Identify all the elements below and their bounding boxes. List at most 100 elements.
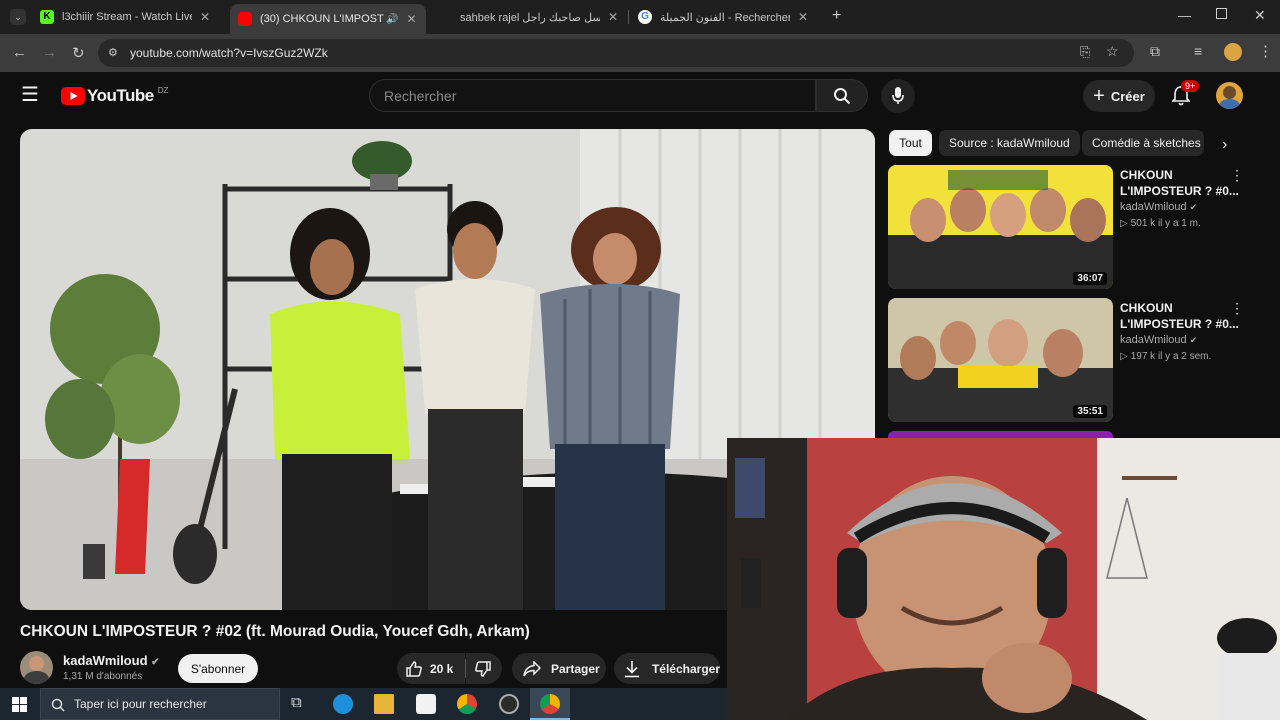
webcam-frame [727, 438, 1280, 720]
close-icon[interactable]: ✕ [798, 10, 808, 24]
tab-kick[interactable]: K l3chiiir Stream - Watch Live on Kick ✕ [32, 6, 228, 28]
more-options-icon[interactable]: ⋮ [1230, 300, 1244, 317]
microphone-icon [892, 87, 904, 104]
browser-menu-icon[interactable]: ⋮ [1258, 42, 1273, 60]
audio-icon[interactable]: 🔊 [386, 14, 398, 25]
new-tab-button[interactable]: + [832, 7, 841, 25]
tab-sahbek[interactable]: sahbek rajel مسلسل صاحبك راجل ✕ [430, 6, 626, 28]
file-explorer-icon[interactable] [374, 694, 394, 714]
video-title[interactable]: CHKOUN L'IMPOSTEUR ? #0... [1120, 167, 1240, 199]
url-text: youtube.com/watch?v=IvszGuz2WZk [130, 46, 328, 60]
task-view-icon[interactable]: ⧉ [291, 694, 311, 714]
share-icon [523, 660, 541, 676]
tab-label: sahbek rajel مسلسل صاحبك راجل [460, 11, 600, 24]
chip-comedy[interactable]: Comédie à sketches [1082, 130, 1204, 156]
taskbar-search-input[interactable]: Taper ici pour rechercher [40, 688, 280, 720]
subscribe-button[interactable]: S'abonner [178, 654, 258, 683]
channel-name: kadaWmiloud [1120, 334, 1187, 346]
video-thumbnail[interactable]: 35:51 [888, 298, 1113, 422]
search-icon [51, 698, 65, 712]
bookmark-star-icon[interactable]: ☆ [1106, 43, 1119, 60]
extensions-icon[interactable]: ⧉ [1150, 43, 1160, 60]
dislike-button[interactable] [466, 653, 502, 684]
share-label: Partager [551, 661, 600, 676]
tab-google[interactable]: G الفنون الجميلة - Rechercher Google ✕ [630, 6, 826, 28]
edge-icon[interactable] [333, 694, 353, 714]
verified-icon: ✔ [1189, 335, 1198, 345]
chip-all[interactable]: Tout [889, 130, 932, 156]
omnibox[interactable]: ⚙ youtube.com/watch?v=IvszGuz2WZk ⎘ ☆ [98, 39, 1134, 67]
chrome-icon[interactable] [540, 694, 560, 714]
video-thumbnail[interactable]: 36:07 [888, 165, 1113, 289]
more-options-icon[interactable]: ⋮ [1230, 167, 1244, 184]
close-window-button[interactable]: ✕ [1254, 7, 1266, 24]
thumbs-up-icon [406, 660, 422, 677]
media-controls-icon[interactable]: ≡ [1194, 43, 1202, 59]
tab-label: (30) CHKOUN L'IMPOSTEUR ? #02 [260, 13, 384, 25]
subscriber-count: 1,31 M d'abonnés [63, 671, 143, 682]
recommendation-item[interactable]: 36:07 CHKOUN L'IMPOSTEUR ? #0... kadaWmi… [888, 165, 1258, 291]
account-avatar[interactable] [1216, 82, 1243, 109]
kick-icon: K [40, 10, 54, 24]
search-icon [834, 88, 851, 105]
logo-text: YouTube [87, 86, 154, 105]
google-icon: G [638, 10, 652, 24]
close-icon[interactable]: ✕ [608, 10, 618, 24]
profile-avatar[interactable] [1224, 43, 1242, 61]
recommendation-item[interactable]: 35:51 CHKOUN L'IMPOSTEUR ? #0... kadaWmi… [888, 298, 1258, 424]
minimize-button[interactable]: — [1178, 8, 1191, 23]
channel-name: kadaWmiloud [1120, 201, 1187, 213]
like-count: 20 k [430, 661, 454, 676]
video-meta: ▷ 197 k il y a 2 sem. [1120, 351, 1211, 362]
search-input[interactable]: Rechercher [369, 79, 816, 112]
tab-youtube[interactable]: (30) CHKOUN L'IMPOSTEUR ? #02 🔊 ✕ [230, 4, 426, 34]
store-icon[interactable] [416, 694, 436, 714]
channel-name: kadaWmiloud [63, 653, 148, 668]
channel-avatar[interactable] [20, 651, 53, 684]
maximize-button[interactable] [1216, 8, 1227, 19]
voice-search-button[interactable] [881, 79, 915, 113]
youtube-logo[interactable]: YouTube DZ [61, 86, 168, 106]
duration-badge: 36:07 [1073, 272, 1107, 285]
share-button[interactable]: Partager [512, 653, 606, 684]
video-title[interactable]: CHKOUN L'IMPOSTEUR ? #0... [1120, 300, 1240, 332]
browser-tab-strip: ⌄ K l3chiiir Stream - Watch Live on Kick… [0, 0, 1280, 34]
channel-row[interactable]: kadaWmiloud ✔ [1120, 201, 1197, 213]
youtube-play-icon [61, 87, 85, 105]
verified-icon: ✔ [151, 657, 160, 668]
verified-icon: ✔ [1189, 202, 1198, 212]
taskbar-search-placeholder: Taper ici pour rechercher [74, 697, 207, 711]
create-label: Créer [1110, 88, 1145, 104]
thumbs-down-icon [475, 660, 491, 677]
chevron-right-icon[interactable]: › [1222, 136, 1227, 154]
webcam-overlay [727, 438, 1280, 720]
obs-icon[interactable] [499, 694, 519, 714]
forward-icon[interactable]: → [42, 44, 57, 61]
chrome-icon[interactable] [457, 694, 477, 714]
download-button[interactable]: Télécharger [614, 653, 720, 684]
reload-icon[interactable]: ↻ [72, 44, 85, 62]
search-button[interactable] [816, 79, 868, 112]
close-icon[interactable]: ✕ [200, 10, 210, 24]
hamburger-menu-icon[interactable]: ☰ [21, 85, 39, 105]
install-icon[interactable]: ⎘ [1080, 44, 1090, 60]
page-icon [438, 10, 452, 24]
search-placeholder: Rechercher [384, 88, 457, 104]
channel-row[interactable]: kadaWmiloud ✔ [1120, 334, 1197, 346]
tab-search-button[interactable]: ⌄ [10, 9, 26, 25]
close-icon[interactable]: ✕ [406, 12, 416, 26]
site-info-icon[interactable]: ⚙ [108, 46, 118, 59]
channel-name-row[interactable]: kadaWmiloud ✔ [63, 653, 160, 668]
short-play-icon: ▷ [1120, 218, 1128, 229]
download-icon [624, 660, 639, 677]
address-bar: ← → ↻ ⚙ youtube.com/watch?v=IvszGuz2WZk … [0, 34, 1280, 72]
youtube-header: ☰ YouTube DZ Rechercher + Créer 9+ [0, 72, 1280, 120]
windows-start-icon[interactable] [12, 697, 27, 712]
back-icon[interactable]: ← [12, 44, 27, 61]
chip-source[interactable]: Source : kadaWmiloud [939, 130, 1080, 156]
create-button[interactable]: + Créer [1083, 80, 1155, 112]
youtube-icon [238, 12, 252, 26]
notifications-button[interactable]: 9+ [1170, 80, 1200, 107]
like-button[interactable]: 20 k [397, 653, 465, 684]
plus-icon: + [1093, 85, 1105, 107]
